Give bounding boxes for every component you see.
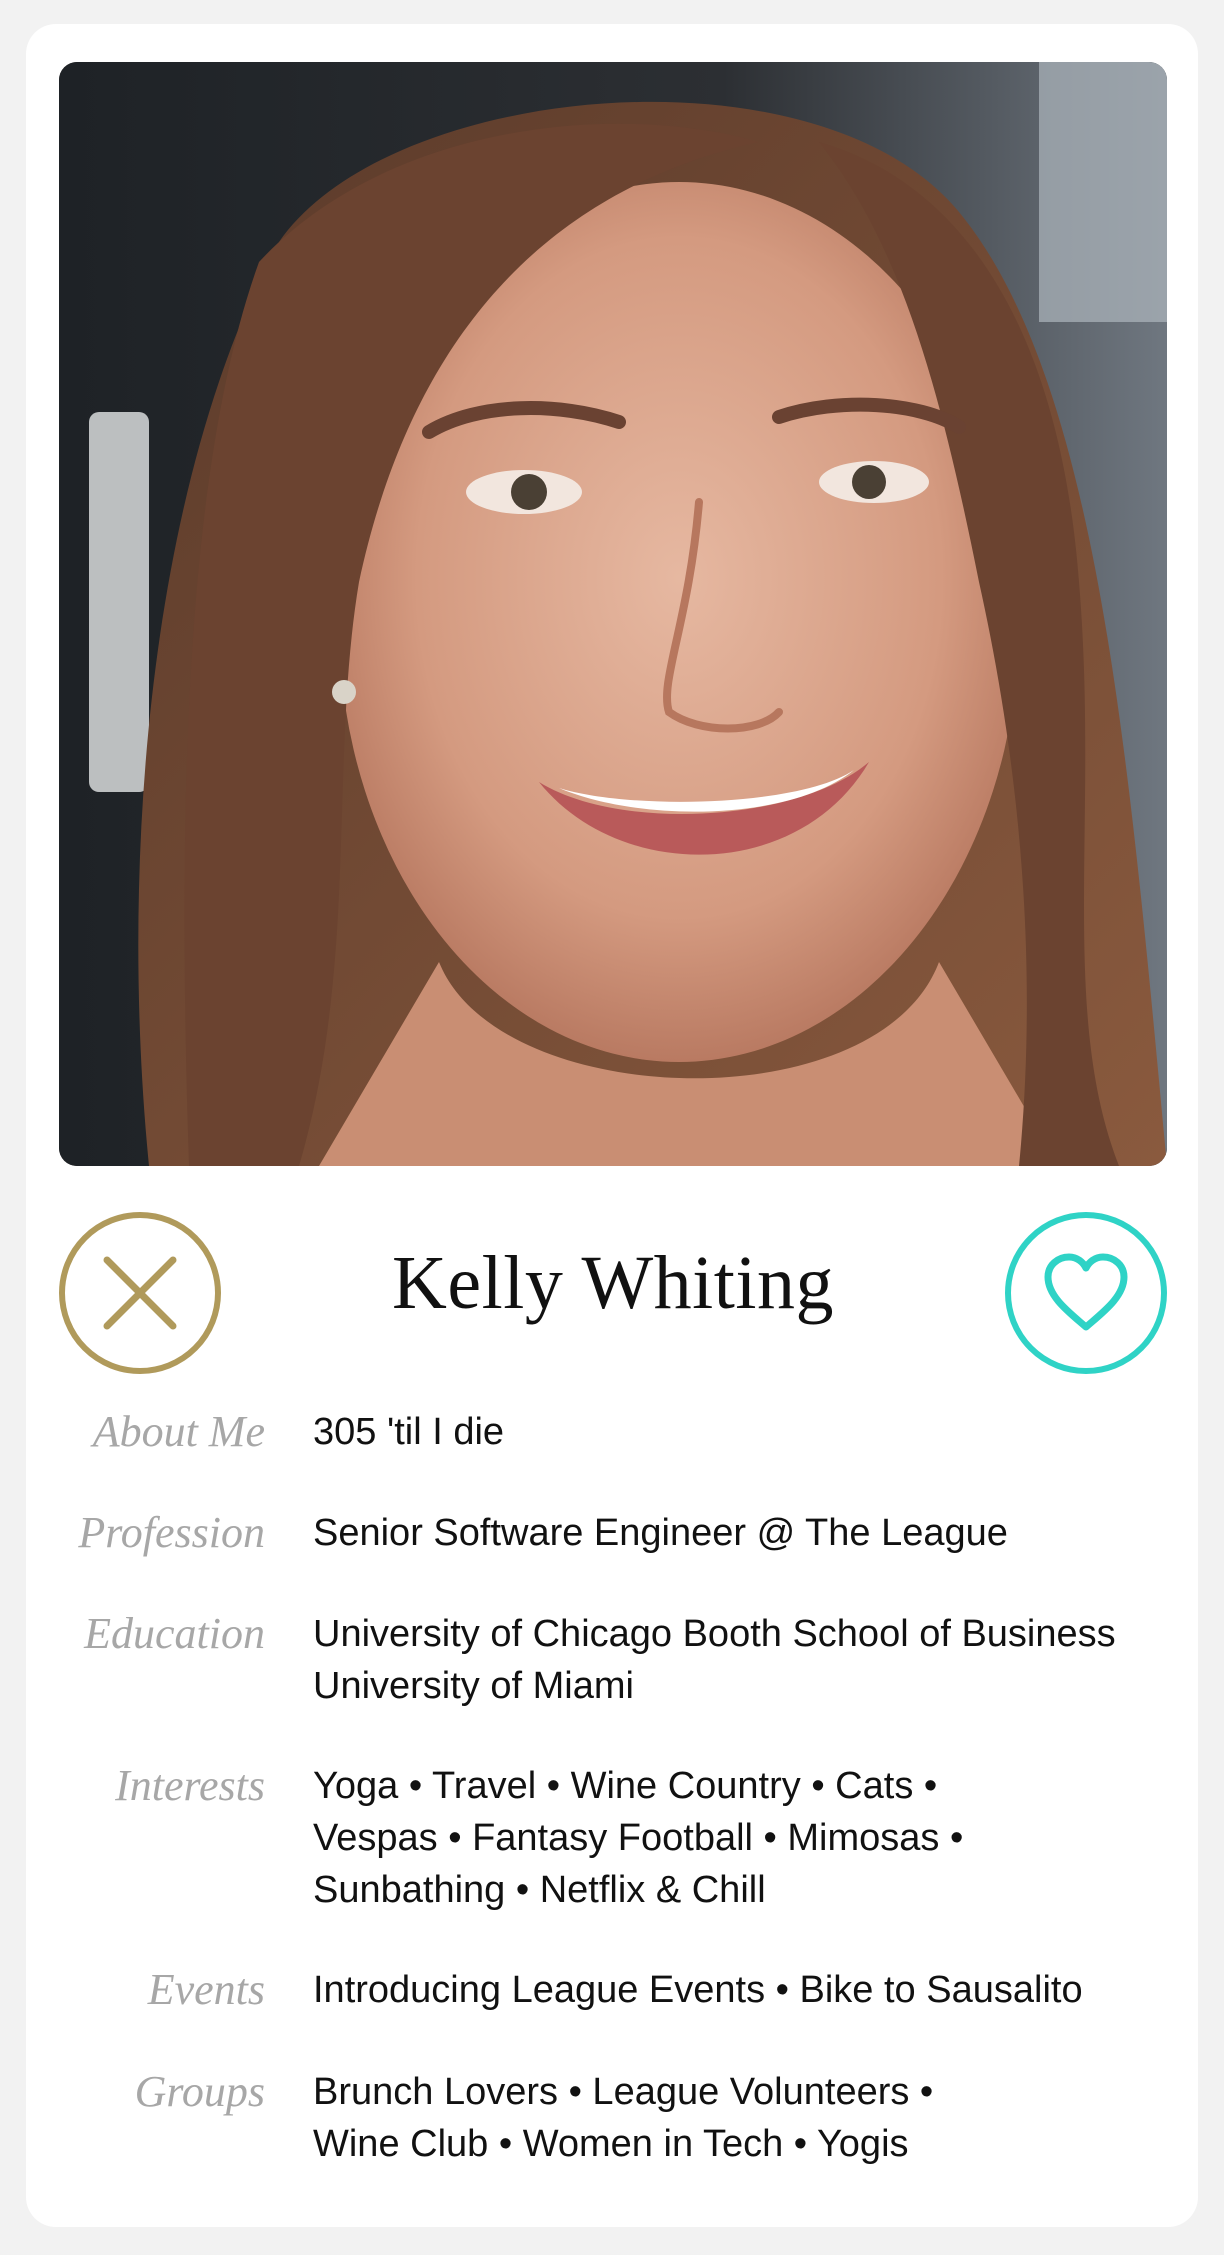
education-line: University of Miami (313, 1665, 634, 1707)
interests-label: Interests (115, 1761, 265, 1810)
interests-line: Yoga • Travel • Wine Country • Cats • (313, 1765, 938, 1807)
education-value: University of Chicago Booth School of Bu… (313, 1608, 1167, 1712)
interests-line: Vespas • Fantasy Football • Mimosas • (313, 1817, 964, 1859)
about-me-label: About Me (92, 1407, 265, 1456)
like-button[interactable] (1005, 1212, 1167, 1374)
profession-label: Profession (78, 1508, 265, 1557)
profile-photo (59, 62, 1167, 1166)
profile-details: About Me 305 'til I die Profession Senio… (59, 1406, 1167, 2170)
profile-card: Kelly Whiting About Me 305 'til I die Pr… (26, 24, 1198, 2227)
education-line: University of Chicago Booth School of Bu… (313, 1613, 1116, 1655)
profile-name: Kelly Whiting (391, 1241, 835, 1325)
about-me-line: 305 'til I die (313, 1411, 505, 1453)
profession-row: Profession Senior Software Engineer @ Th… (59, 1507, 1167, 1559)
about-me-value: 305 'til I die (313, 1406, 1167, 1458)
events-line: Introducing League Events • Bike to Saus… (313, 1969, 1083, 2011)
events-label: Events (147, 1965, 265, 2014)
events-value: Introducing League Events • Bike to Saus… (313, 1964, 1167, 2016)
interests-line: Sunbathing • Netflix & Chill (313, 1869, 766, 1911)
heart-icon (1044, 1253, 1128, 1331)
about-me-row: About Me 305 'til I die (59, 1406, 1167, 1458)
interests-row: Interests Yoga • Travel • Wine Country •… (59, 1760, 1167, 1916)
groups-value: Brunch Lovers • League Volunteers • Wine… (313, 2066, 1167, 2170)
events-row: Events Introducing League Events • Bike … (59, 1964, 1167, 2016)
education-row: Education University of Chicago Booth Sc… (59, 1608, 1167, 1712)
interests-value: Yoga • Travel • Wine Country • Cats • Ve… (313, 1760, 1167, 1916)
profile-header: Kelly Whiting (59, 1212, 1167, 1384)
groups-row: Groups Brunch Lovers • League Volunteers… (59, 2066, 1167, 2170)
education-label: Education (84, 1609, 265, 1658)
groups-label: Groups (134, 2067, 265, 2116)
profession-value: Senior Software Engineer @ The League (313, 1507, 1167, 1559)
profession-line: Senior Software Engineer @ The League (313, 1512, 1008, 1554)
groups-line: Wine Club • Women in Tech • Yogis (313, 2123, 909, 2165)
pass-button[interactable] (59, 1212, 221, 1374)
groups-line: Brunch Lovers • League Volunteers • (313, 2071, 934, 2113)
close-icon (103, 1256, 177, 1330)
